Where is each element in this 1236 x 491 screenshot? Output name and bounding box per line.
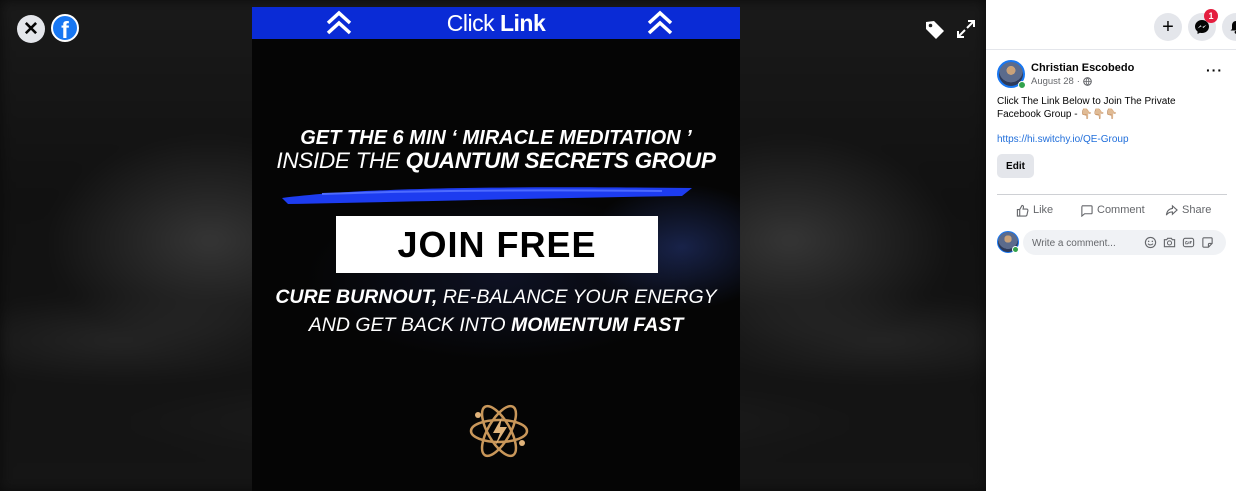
top-bar: + 1 bbox=[986, 0, 1236, 50]
thumbs-up-icon bbox=[1016, 204, 1029, 217]
tag-button[interactable] bbox=[922, 17, 948, 43]
subline-1-bold: CURE BURNOUT, bbox=[275, 286, 438, 308]
comment-button[interactable]: Comment bbox=[1080, 201, 1145, 219]
photo-viewer-page: ✕ f Click Link GET THE 6 MIN ‘ MIRACLE M… bbox=[0, 0, 1236, 491]
chevron-up-icon bbox=[326, 10, 352, 35]
post-meta: August 28 · bbox=[1031, 76, 1092, 87]
tag-icon bbox=[926, 21, 944, 39]
share-label: Share bbox=[1182, 204, 1212, 216]
join-free-banner: JOIN FREE bbox=[336, 216, 658, 273]
like-button[interactable]: Like bbox=[1016, 201, 1053, 219]
headline-line-2: INSIDE THE QUANTUM SECRETS GROUP bbox=[252, 148, 740, 174]
subline-1-rest: RE-BALANCE YOUR ENERGY bbox=[437, 286, 717, 308]
facebook-logo-glyph: f bbox=[61, 16, 69, 43]
emoji-icon[interactable] bbox=[1144, 236, 1157, 249]
online-status-dot bbox=[1018, 81, 1026, 89]
sticker-icon[interactable] bbox=[1201, 236, 1214, 249]
close-button[interactable]: ✕ bbox=[17, 15, 45, 43]
author-name[interactable]: Christian Escobedo bbox=[1031, 62, 1134, 74]
post-date[interactable]: August 28 bbox=[1031, 76, 1074, 87]
headline-line-2-prefix: INSIDE THE bbox=[276, 148, 406, 173]
chevron-up-icon bbox=[647, 10, 673, 35]
like-label: Like bbox=[1033, 204, 1054, 216]
post-text: Click The Link Below to Join The Private… bbox=[997, 96, 1176, 120]
plus-icon: + bbox=[1162, 15, 1174, 38]
divider bbox=[997, 194, 1227, 195]
photo-viewer: ✕ f Click Link GET THE 6 MIN ‘ MIRACLE M… bbox=[0, 0, 986, 491]
bell-icon bbox=[1230, 21, 1236, 34]
notification-badge: 1 bbox=[1204, 9, 1218, 23]
facebook-logo-icon[interactable]: f bbox=[51, 14, 79, 43]
comment-label: Comment bbox=[1097, 204, 1145, 216]
post-panel: + 1 Christian Escobedo August 28 · ··· C… bbox=[986, 0, 1236, 491]
camera-icon[interactable] bbox=[1163, 236, 1176, 249]
more-options-button[interactable]: ··· bbox=[1206, 62, 1223, 78]
globe-icon bbox=[1083, 77, 1092, 86]
comment-box bbox=[1023, 230, 1226, 255]
click-link-banner: Click Link bbox=[252, 7, 740, 39]
click-link-text: Click Link bbox=[447, 10, 546, 37]
create-button[interactable]: + bbox=[1154, 13, 1182, 41]
brush-stroke-decoration bbox=[282, 187, 692, 204]
atom-logo-icon bbox=[469, 404, 529, 458]
expand-icon bbox=[957, 20, 975, 38]
gif-icon[interactable] bbox=[1182, 236, 1195, 249]
subline-1: CURE BURNOUT, RE-BALANCE YOUR ENERGY bbox=[252, 286, 740, 309]
link-word: Link bbox=[499, 9, 546, 36]
click-word: Click bbox=[446, 9, 495, 36]
fullscreen-button[interactable] bbox=[954, 17, 978, 41]
comment-icon bbox=[1081, 204, 1093, 217]
share-icon bbox=[1165, 204, 1178, 215]
notifications-button[interactable] bbox=[1222, 13, 1236, 41]
post-image: Click Link GET THE 6 MIN ‘ MIRACLE MEDIT… bbox=[252, 7, 740, 491]
subline-2: AND GET BACK INTO MOMENTUM FAST bbox=[252, 314, 740, 337]
meta-separator: · bbox=[1076, 76, 1080, 87]
subline-2-prefix: AND GET BACK INTO bbox=[308, 314, 512, 336]
close-icon: ✕ bbox=[23, 18, 39, 40]
headline-line-1: GET THE 6 MIN ‘ MIRACLE MEDITATION ’ bbox=[300, 127, 692, 149]
headline-line-2-bold: QUANTUM SECRETS GROUP bbox=[405, 148, 716, 173]
subline-2-bold: MOMENTUM FAST bbox=[511, 314, 684, 336]
online-status-dot bbox=[1012, 246, 1019, 253]
comment-input[interactable] bbox=[1032, 236, 1132, 250]
post-link[interactable]: https://hi.switchy.io/QE-Group bbox=[997, 134, 1129, 145]
edit-button[interactable]: Edit bbox=[997, 154, 1034, 178]
share-button[interactable]: Share bbox=[1165, 201, 1211, 219]
